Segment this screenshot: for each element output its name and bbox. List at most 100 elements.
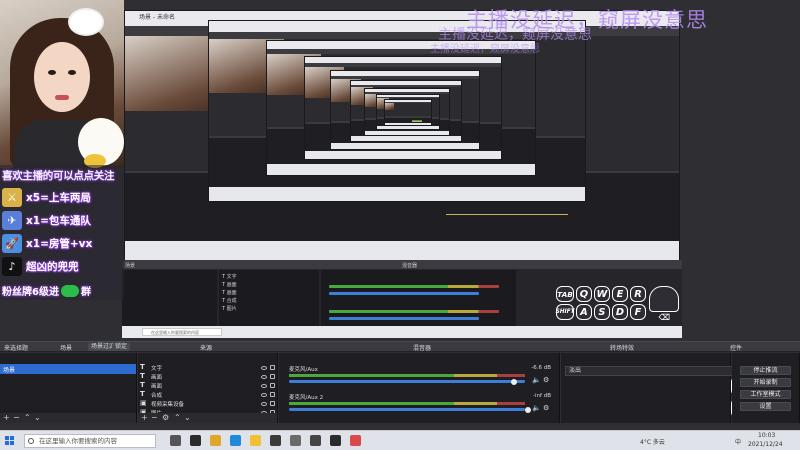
weather-widget[interactable]: 4°C 多云 xyxy=(640,437,665,446)
store-icon[interactable] xyxy=(270,435,281,446)
remove-source-button[interactable]: − xyxy=(151,413,158,423)
source-item[interactable]: T 画面 xyxy=(140,381,275,390)
speaker-icon[interactable]: 🔈 xyxy=(532,405,541,412)
tiktok-icon: ♪ xyxy=(2,256,22,276)
promo-item-text: 超凶的兜兜 xyxy=(26,260,79,273)
key-f: F xyxy=(629,304,647,321)
key-e: E xyxy=(611,286,629,303)
app-icon[interactable] xyxy=(310,435,321,446)
ime-indicator[interactable]: 中 xyxy=(735,437,741,446)
promo-item: 🚀 x1=房管+vx xyxy=(2,233,92,253)
volume-slider[interactable] xyxy=(289,406,531,413)
promo-footer-end: 群 xyxy=(80,287,91,298)
source-item[interactable]: T 画面 xyxy=(140,372,275,381)
move-up-button[interactable]: ⌃ xyxy=(24,413,31,423)
nested-taskbar xyxy=(209,186,585,201)
lock-icon[interactable] xyxy=(270,365,275,370)
meter-yellow xyxy=(454,402,497,405)
promo-item-text: x5=上车两局 xyxy=(26,191,91,204)
nested-source-item: T 图片 xyxy=(222,306,237,312)
nested-taskbar xyxy=(267,164,535,175)
nested-meter xyxy=(446,213,569,216)
visibility-eye-icon[interactable] xyxy=(261,365,267,370)
visibility-eye-icon[interactable] xyxy=(261,401,267,406)
clock-date[interactable]: 2021/12/24 xyxy=(748,441,783,448)
sources-header: 来源 xyxy=(200,345,213,352)
app-icon[interactable] xyxy=(350,435,361,446)
nested-webcam xyxy=(385,102,395,110)
lock-icon[interactable] xyxy=(270,392,275,397)
control-button[interactable]: 开始录制 xyxy=(740,378,791,387)
meter-red xyxy=(496,402,525,405)
scenes-toolbar: + − ⌃ ⌄ xyxy=(0,413,136,423)
obs-icon[interactable] xyxy=(330,435,341,446)
source-item[interactable]: T 合成 xyxy=(140,390,275,399)
sources-panel: T文字T画面T画面T合成▣视频采集设备▣图片 + − ⚙ ⌃ ⌄ xyxy=(138,353,278,423)
meter-yellow xyxy=(454,374,497,377)
nested-taskbar xyxy=(365,131,449,135)
key-tab: TAB xyxy=(556,286,575,303)
edge-icon[interactable] xyxy=(230,435,241,446)
remove-scene-button[interactable]: − xyxy=(13,413,20,423)
nested-scenes-panel xyxy=(122,270,217,330)
move-down-button[interactable]: ⌄ xyxy=(184,413,191,423)
nested-mixer-panel xyxy=(321,270,516,330)
mascot-sticker-icon xyxy=(78,118,124,168)
controls-header: 控件 xyxy=(730,345,743,352)
control-button[interactable]: 设置 xyxy=(740,402,791,411)
scene-item-label: 场景 xyxy=(3,367,16,374)
nested-taskbar xyxy=(385,123,431,125)
dock-title-bar: 来选择题 场景过滤 锁定 场景 来源 混音器 转场特效 控件 xyxy=(0,341,800,352)
move-up-button[interactable]: ⌃ xyxy=(174,413,181,423)
meter-green xyxy=(289,374,455,377)
source-name: 画面 xyxy=(151,383,163,390)
promo-footer-text: 粉丝牌6级进 xyxy=(2,287,59,298)
visibility-eye-icon[interactable] xyxy=(261,392,267,397)
folder-icon[interactable] xyxy=(250,435,261,446)
add-scene-button[interactable]: + xyxy=(3,413,10,423)
nested-preview-frame xyxy=(384,99,432,126)
nested-meter xyxy=(329,310,499,313)
source-item[interactable]: T 文字 xyxy=(140,363,275,372)
control-button[interactable]: 停止推流 xyxy=(740,366,791,375)
windows-start-icon[interactable] xyxy=(5,436,15,446)
speaker-icon[interactable]: 🔈 xyxy=(532,377,541,384)
windows-taskbar: 在这里输入你要搜索的内容 4°C 多云 中 10:03 2021/12/24 xyxy=(0,430,800,450)
app-icon[interactable] xyxy=(290,435,301,446)
obs-icon[interactable] xyxy=(190,435,201,446)
scene-item[interactable]: 场景 xyxy=(0,364,136,374)
meter-red xyxy=(496,374,525,377)
scene-lock-button[interactable]: 锁定 xyxy=(112,343,131,351)
lock-icon[interactable] xyxy=(270,401,275,406)
visibility-eye-icon[interactable] xyxy=(261,383,267,388)
lock-icon[interactable] xyxy=(270,374,275,379)
key-a: A xyxy=(575,304,593,321)
plane-icon: ✈ xyxy=(2,210,22,230)
gear-icon[interactable]: ⚙ xyxy=(543,377,550,384)
chrome-icon[interactable] xyxy=(210,435,221,446)
key-q: Q xyxy=(575,286,593,303)
source-properties-gear-icon[interactable]: ⚙ xyxy=(162,413,169,423)
volume-slider-knob[interactable] xyxy=(525,406,531,413)
image-source-icon: ▣ xyxy=(140,399,147,407)
task-view-icon[interactable] xyxy=(170,435,181,446)
add-source-button[interactable]: + xyxy=(141,413,148,423)
nested-taskbar: 在这里输入你要搜索的内容 xyxy=(122,326,682,338)
taskbar-search-box[interactable]: 在这里输入你要搜索的内容 xyxy=(24,434,156,448)
source-item[interactable]: ▣ 视频采集设备 xyxy=(140,399,275,408)
scenes-header: 场景 xyxy=(60,345,73,352)
clock-time[interactable]: 10:03 xyxy=(758,432,775,439)
volume-slider-knob[interactable] xyxy=(510,378,517,385)
source-name: 画面 xyxy=(151,374,163,381)
scenes-panel: 场景 + − ⌃ ⌄ xyxy=(0,353,137,423)
visibility-eye-icon[interactable] xyxy=(261,374,267,379)
lock-icon[interactable] xyxy=(270,383,275,388)
volume-slider[interactable] xyxy=(289,378,525,385)
transitions-panel: 淡出 xyxy=(561,353,765,423)
rocket-icon: 🚀 xyxy=(2,233,22,253)
control-button[interactable]: 工作室模式 xyxy=(740,390,791,399)
nested-scene-label: 场景 xyxy=(125,263,136,269)
nested-search-box: 在这里输入你要搜索的内容 xyxy=(142,328,222,336)
move-down-button[interactable]: ⌄ xyxy=(34,413,41,423)
gear-icon[interactable]: ⚙ xyxy=(543,405,550,412)
